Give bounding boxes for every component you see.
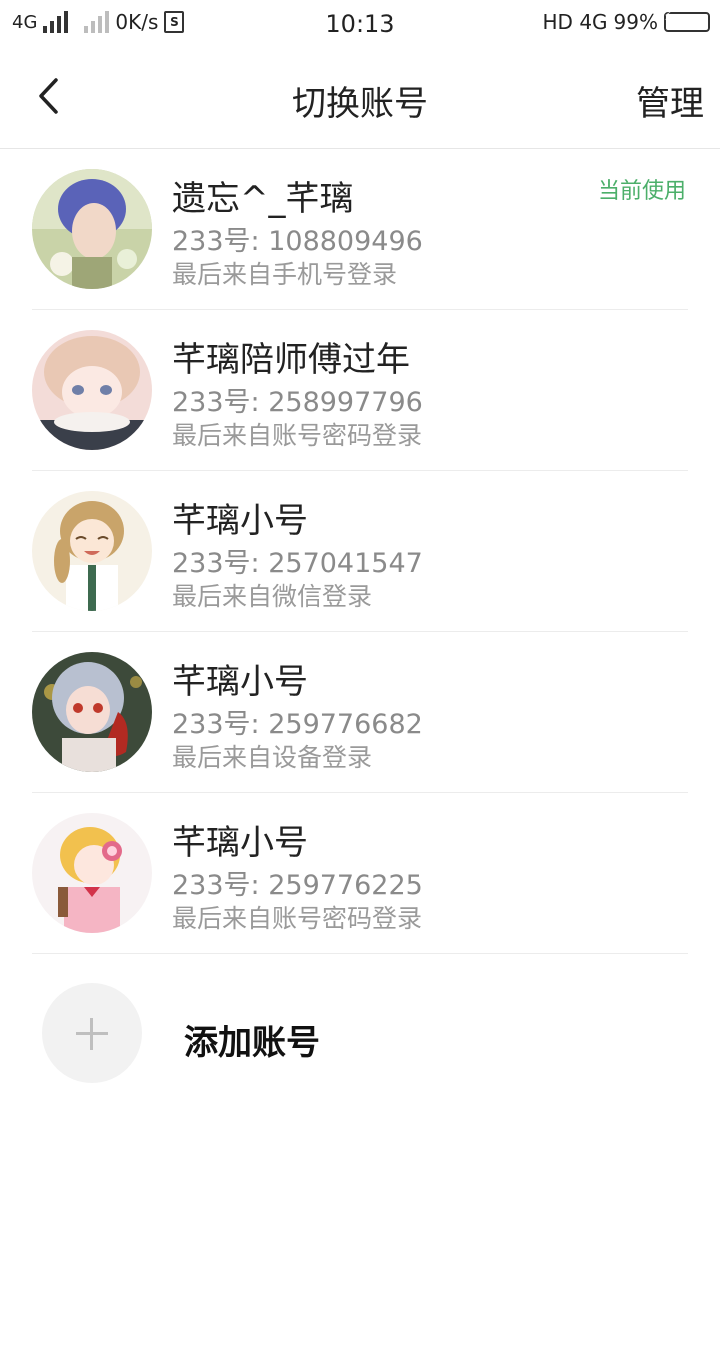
account-id: 233号: 108809496 [172,226,423,257]
manage-button[interactable]: 管理 [636,76,704,125]
account-list: 遗忘^_芊璃 233号: 108809496 最后来自手机号登录 当前使用 芊璃… [0,149,720,954]
login-source: 最后来自设备登录 [172,743,373,772]
battery-percent: 99% [613,10,658,34]
avatar [32,330,152,450]
battery-icon: ⚡ [663,9,710,32]
account-id: 233号: 257041547 [172,548,423,579]
account-id: 233号: 259776682 [172,709,423,740]
charging-icon: ⚡ [663,9,673,23]
account-name: 芊璃小号 [172,823,308,863]
account-name: 遗忘^_芊璃 [172,179,354,219]
title-bar: 切换账号 管理 [0,50,720,149]
avatar [32,652,152,772]
account-id: 233号: 258997796 [172,387,423,418]
avatar [32,169,152,289]
login-source: 最后来自账号密码登录 [172,904,423,933]
add-account-label: 添加账号 [184,1023,320,1063]
add-account-button[interactable]: 添加账号 [42,983,682,1083]
account-item[interactable]: 遗忘^_芊璃 233号: 108809496 最后来自手机号登录 当前使用 [32,149,688,310]
avatar [32,813,152,933]
status-bar: 4G 0K/s S 10:13 HD 4G 99% ⚡ [0,0,720,50]
account-name: 芊璃陪师傅过年 [172,340,410,380]
status-right: HD 4G 99% ⚡ [543,10,710,34]
account-item[interactable]: 芊璃小号 233号: 259776682 最后来自设备登录 [32,632,688,793]
account-id: 233号: 259776225 [172,870,423,901]
current-account-badge: 当前使用 [597,179,686,204]
account-item[interactable]: 芊璃陪师傅过年 233号: 258997796 最后来自账号密码登录 [32,310,688,471]
account-item[interactable]: 芊璃小号 233号: 259776225 最后来自账号密码登录 [32,793,688,954]
plus-icon [42,983,142,1083]
login-source: 最后来自手机号登录 [172,260,398,289]
hd-network-indicator: HD 4G [542,10,608,34]
account-item[interactable]: 芊璃小号 233号: 257041547 最后来自微信登录 [32,471,688,632]
account-name: 芊璃小号 [172,501,308,541]
login-source: 最后来自微信登录 [172,582,373,611]
page-title: 切换账号 [292,84,428,124]
avatar [32,491,152,611]
account-name: 芊璃小号 [172,662,308,702]
login-source: 最后来自账号密码登录 [172,421,423,450]
